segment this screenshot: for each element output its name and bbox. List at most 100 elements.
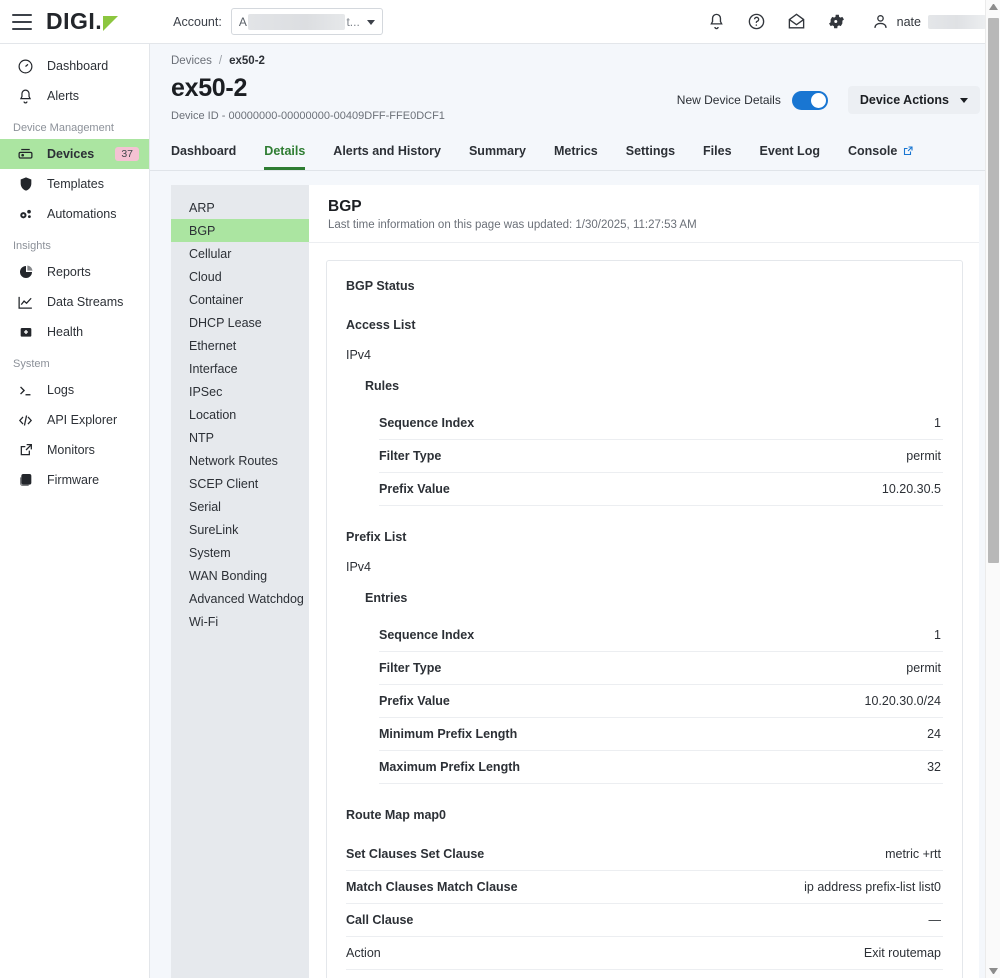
sidebar-item-label: Templates <box>47 177 104 191</box>
bgp-last-updated: Last time information on this page was u… <box>328 219 961 231</box>
tab-dashboard[interactable]: Dashboard <box>171 140 236 170</box>
device-actions-button[interactable]: Device Actions <box>848 86 980 114</box>
body-region: Dashboard Alerts Device Management Devic… <box>0 44 1000 978</box>
table-row: Action Exit routemap <box>346 937 943 970</box>
row-value: permit <box>906 661 941 675</box>
sidebar-item-label: Devices <box>47 147 94 161</box>
sidebar-item-automations[interactable]: Automations <box>0 199 149 229</box>
row-key: Maximum Prefix Length <box>379 760 520 774</box>
tab-alerts-and-history[interactable]: Alerts and History <box>333 140 441 170</box>
gauge-icon <box>17 58 34 75</box>
sidebar-item-reports[interactable]: Reports <box>0 257 149 287</box>
page-scrollbar[interactable] <box>985 0 1000 978</box>
table-row: Prefix Value 10.20.30.5 <box>379 473 943 506</box>
help-icon[interactable] <box>747 12 766 31</box>
page-title: ex50-2 <box>171 74 445 103</box>
row-key: Prefix Value <box>379 482 450 496</box>
sidebar-item-devices[interactable]: Devices 37 <box>0 139 149 169</box>
breadcrumb: Devices / ex50-2 <box>171 55 980 67</box>
row-value: — <box>929 913 942 927</box>
avatar-icon <box>871 12 890 31</box>
hamburger-icon[interactable] <box>12 14 32 30</box>
logo-dot: . <box>95 10 102 33</box>
subnav-item-serial[interactable]: Serial <box>171 495 309 518</box>
subnav-item-cloud[interactable]: Cloud <box>171 265 309 288</box>
subnav-item-surelink[interactable]: SureLink <box>171 518 309 541</box>
table-row: Sequence Index 1 <box>379 619 943 652</box>
row-key: Filter Type <box>379 661 441 675</box>
sidebar-group-system: System <box>0 347 149 375</box>
table-row: Match Clauses Match Clause ip address pr… <box>346 871 943 904</box>
top-bar: DIGI. Account: A t... <box>0 0 1000 44</box>
subnav-item-ethernet[interactable]: Ethernet <box>171 334 309 357</box>
envelope-icon[interactable] <box>787 12 806 31</box>
table-row: Set Clauses Set Clause metric +rtt <box>346 838 943 871</box>
subnav-item-arp[interactable]: ARP <box>171 196 309 219</box>
sidebar-item-api-explorer[interactable]: API Explorer <box>0 405 149 435</box>
subnav-item-wifi[interactable]: Wi-Fi <box>171 610 309 633</box>
subnav-item-advanced-watchdog[interactable]: Advanced Watchdog <box>171 587 309 610</box>
tab-label: Details <box>264 144 305 158</box>
subnav-item-ipsec[interactable]: IPSec <box>171 380 309 403</box>
account-value-suffix: t... <box>346 15 359 29</box>
tab-summary[interactable]: Summary <box>469 140 526 170</box>
tab-console[interactable]: Console <box>848 140 914 170</box>
tab-label: Dashboard <box>171 144 236 158</box>
breadcrumb-separator: / <box>219 55 222 67</box>
sidebar-item-monitors[interactable]: Monitors <box>0 435 149 465</box>
sidebar-item-data-streams[interactable]: Data Streams <box>0 287 149 317</box>
main-content: Devices / ex50-2 ex50-2 Device ID - 0000… <box>150 44 1000 978</box>
subnav-item-location[interactable]: Location <box>171 403 309 426</box>
subnav-item-cellular[interactable]: Cellular <box>171 242 309 265</box>
sidebar-item-templates[interactable]: Templates <box>0 169 149 199</box>
tab-files[interactable]: Files <box>703 140 732 170</box>
subnav-item-container[interactable]: Container <box>171 288 309 311</box>
subnav-item-bgp[interactable]: BGP <box>171 219 309 242</box>
subnav-item-dhcp-lease[interactable]: DHCP Lease <box>171 311 309 334</box>
tab-settings[interactable]: Settings <box>626 140 675 170</box>
new-device-details-label: New Device Details <box>677 93 781 107</box>
external-link-icon <box>17 442 34 459</box>
tab-event-log[interactable]: Event Log <box>760 140 820 170</box>
sidebar-item-alerts[interactable]: Alerts <box>0 81 149 111</box>
scroll-up-icon[interactable] <box>989 4 998 10</box>
code-icon <box>17 412 34 429</box>
subnav-item-scep-client[interactable]: SCEP Client <box>171 472 309 495</box>
tab-metrics[interactable]: Metrics <box>554 140 598 170</box>
scrollbar-thumb[interactable] <box>988 18 999 563</box>
external-link-icon <box>902 145 914 157</box>
prefix-list-family: IPv4 <box>346 560 943 574</box>
sidebar-item-label: Reports <box>47 265 91 279</box>
tab-details[interactable]: Details <box>264 140 305 170</box>
tab-label: Console <box>848 144 897 158</box>
subnav-item-ntp[interactable]: NTP <box>171 426 309 449</box>
account-dropdown[interactable]: A t... <box>231 8 383 35</box>
access-list-heading: Access List <box>346 318 943 332</box>
new-device-details-toggle-wrap[interactable]: New Device Details <box>677 91 828 110</box>
device-id: Device ID - 00000000-00000000-00409DFF-F… <box>171 110 445 122</box>
chevron-down-icon[interactable] <box>367 20 375 25</box>
gear-icon[interactable] <box>827 12 846 31</box>
subnav-item-network-routes[interactable]: Network Routes <box>171 449 309 472</box>
sidebar-item-logs[interactable]: Logs <box>0 375 149 405</box>
bell-icon[interactable] <box>707 12 726 31</box>
subnav-item-system[interactable]: System <box>171 541 309 564</box>
scroll-down-icon[interactable] <box>989 968 998 974</box>
breadcrumb-devices[interactable]: Devices <box>171 55 212 67</box>
new-device-details-toggle[interactable] <box>792 91 828 110</box>
user-menu[interactable]: nate <box>871 12 986 31</box>
gears-icon <box>17 206 34 223</box>
account-selector[interactable]: Account: A t... <box>173 8 383 35</box>
sidebar-item-dashboard[interactable]: Dashboard <box>0 51 149 81</box>
tab-label: Metrics <box>554 144 598 158</box>
sidebar-item-firmware[interactable]: Firmware <box>0 465 149 495</box>
sidebar-item-label: Firmware <box>47 473 99 487</box>
sidebar-item-label: Automations <box>47 207 116 221</box>
digi-logo[interactable]: DIGI. <box>46 10 118 33</box>
tab-label: Alerts and History <box>333 144 441 158</box>
subnav-item-wan-bonding[interactable]: WAN Bonding <box>171 564 309 587</box>
subnav-item-interface[interactable]: Interface <box>171 357 309 380</box>
table-row: Prefix Value 10.20.30.0/24 <box>379 685 943 718</box>
sidebar-item-health[interactable]: Health <box>0 317 149 347</box>
page-header: Devices / ex50-2 ex50-2 Device ID - 0000… <box>150 44 1000 122</box>
